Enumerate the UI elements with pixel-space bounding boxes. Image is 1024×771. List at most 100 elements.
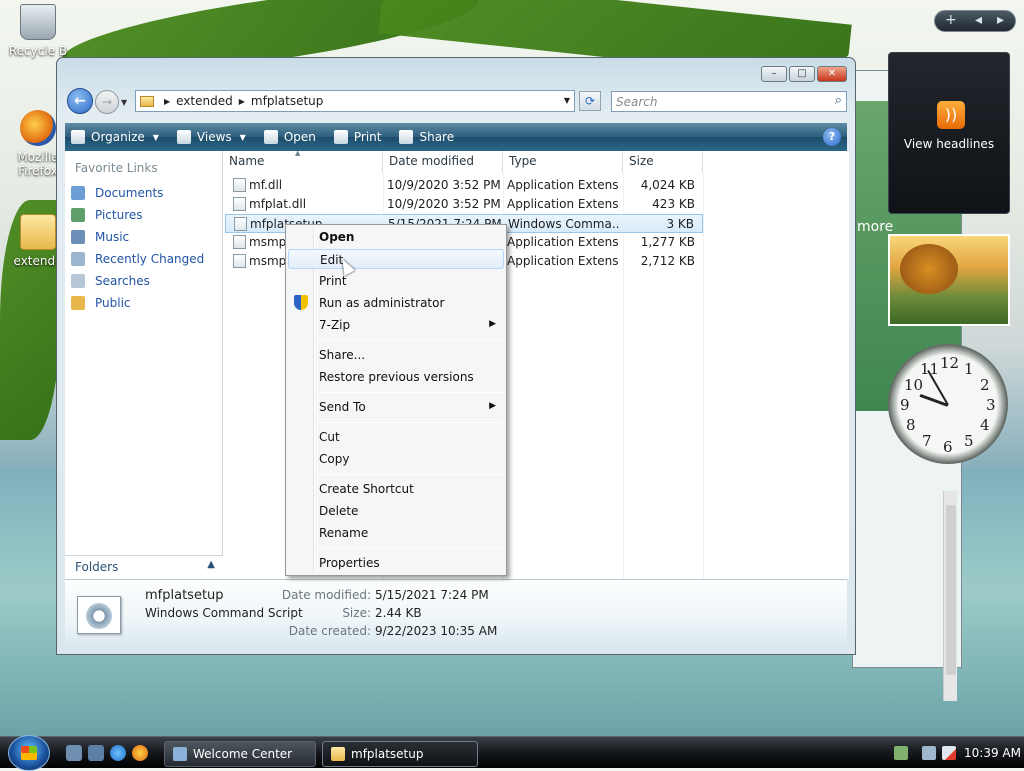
clock-number: 5 (964, 432, 974, 450)
folders-toggle[interactable]: Folders ▲ (65, 555, 223, 579)
add-gadget-button[interactable]: + (945, 12, 957, 28)
menu-item-cut[interactable]: Cut (288, 427, 504, 447)
menu-item-7zip[interactable]: 7-Zip ▶ (288, 315, 504, 335)
task-label: Welcome Center (193, 747, 293, 761)
start-button[interactable] (8, 735, 50, 771)
menu-item-share[interactable]: Share... (288, 345, 504, 365)
taskbar-clock[interactable]: 10:39 AM (964, 746, 1021, 760)
column-header-name[interactable]: ▲ Name (223, 149, 383, 173)
favorite-link-music[interactable]: Music (71, 230, 129, 244)
desktop-icon-recycle-bin[interactable]: Recycle B (8, 4, 68, 58)
favorite-link-public[interactable]: Public (71, 296, 131, 310)
link-label: Recently Changed (95, 252, 205, 266)
menu-item-open[interactable]: Open (288, 227, 504, 247)
public-folder-icon (71, 296, 85, 310)
feed-headlines-gadget[interactable]: )) View headlines (888, 52, 1010, 214)
menu-item-label: Run as administrator (319, 296, 445, 310)
minimize-button[interactable]: – (761, 66, 787, 82)
column-label: Name (229, 154, 265, 168)
menu-item-run-as-administrator[interactable]: Run as administrator (288, 293, 504, 313)
slideshow-gadget[interactable] (888, 234, 1010, 326)
favorite-link-recently-changed[interactable]: Recently Changed (71, 252, 204, 266)
network-tray-icon[interactable] (894, 746, 908, 760)
firefox-icon[interactable] (132, 745, 148, 761)
menu-item-restore-previous-versions[interactable]: Restore previous versions (288, 367, 504, 387)
clock-number: 1 (964, 360, 974, 378)
breadcrumb-extended[interactable]: extended (176, 94, 233, 108)
search-input[interactable]: Search ⌕ (611, 91, 847, 112)
menu-item-edit[interactable]: Edit (288, 249, 504, 269)
scrollbar-thumb[interactable] (946, 505, 956, 675)
display-tray-icon[interactable] (922, 746, 936, 760)
details-file-name: mfplatsetup (145, 588, 224, 603)
views-button[interactable]: Views ▼ (176, 130, 246, 144)
menu-item-create-shortcut[interactable]: Create Shortcut (288, 479, 504, 499)
task-mfplatsetup[interactable]: mfplatsetup (322, 741, 478, 767)
address-bar[interactable]: ▶ extended ▶ mfplatsetup ▼ (135, 90, 575, 112)
script-file-icon (234, 217, 247, 231)
volume-muted-icon[interactable] (942, 746, 956, 760)
share-icon (399, 130, 414, 144)
recent-pages-dropdown[interactable]: ▼ (121, 98, 127, 107)
refresh-button[interactable]: ⟳ (579, 91, 601, 111)
background-scrollbar[interactable] (943, 491, 957, 701)
chevron-down-icon: ▼ (152, 132, 159, 142)
navigation-pane: Favorite Links Documents Pictures Music … (65, 151, 223, 579)
close-button[interactable]: ✕ (817, 66, 847, 82)
favorite-link-searches[interactable]: Searches (71, 274, 150, 288)
address-dropdown-icon[interactable]: ▼ (564, 96, 570, 105)
clock-number: 8 (906, 416, 916, 434)
folder-icon (140, 95, 154, 107)
search-icon[interactable]: ⌕ (835, 93, 842, 108)
column-header-type[interactable]: Type (503, 151, 623, 173)
refresh-icon: ⟳ (584, 94, 596, 108)
organize-button[interactable]: Organize ▼ (71, 130, 159, 144)
menu-separator (317, 548, 503, 549)
menu-item-copy[interactable]: Copy (288, 449, 504, 469)
menu-item-properties[interactable]: Properties (288, 553, 504, 573)
menu-separator (317, 340, 503, 341)
share-button[interactable]: Share (399, 130, 454, 144)
help-button[interactable]: ? (823, 128, 841, 146)
print-label: Print (353, 130, 382, 144)
window-controls: – □ ✕ (761, 66, 847, 82)
previous-gadget-button[interactable]: ◂ (975, 12, 982, 28)
size-value: 2.44 KB (375, 606, 422, 620)
task-welcome-center[interactable]: Welcome Center (164, 741, 316, 767)
dll-file-icon (233, 178, 246, 192)
menu-item-rename[interactable]: Rename (288, 523, 504, 543)
date-modified-value: 5/15/2021 7:24 PM (375, 588, 489, 602)
gear-icon (86, 603, 112, 629)
maximize-button[interactable]: □ (789, 66, 815, 82)
dll-file-icon (233, 254, 246, 268)
column-header-size[interactable]: Size (623, 151, 703, 173)
favorite-link-pictures[interactable]: Pictures (71, 208, 143, 222)
show-desktop-icon[interactable] (66, 745, 82, 761)
breadcrumb-separator-icon[interactable]: ▶ (164, 97, 170, 106)
menu-item-print[interactable]: Print (288, 271, 504, 291)
sort-indicator-icon: ▲ (295, 149, 301, 157)
open-button[interactable]: Open (263, 130, 316, 144)
folder-icon (20, 214, 56, 250)
back-button[interactable]: ← (67, 88, 93, 114)
clock-number: 6 (943, 438, 953, 456)
view-headlines-label[interactable]: View headlines (889, 137, 1009, 151)
clock-number: 2 (980, 376, 990, 394)
column-divider (703, 173, 704, 579)
menu-separator (317, 392, 503, 393)
clock-number: 12 (940, 354, 960, 372)
breadcrumb-separator-icon[interactable]: ▶ (239, 97, 245, 106)
favorite-link-documents[interactable]: Documents (71, 186, 163, 200)
breadcrumb-mfplatsetup[interactable]: mfplatsetup (251, 94, 324, 108)
switch-windows-icon[interactable] (88, 745, 104, 761)
file-size: 423 KB (652, 197, 695, 211)
menu-item-send-to[interactable]: Send To ▶ (288, 397, 504, 417)
print-button[interactable]: Print (333, 130, 382, 144)
internet-explorer-icon[interactable] (110, 745, 126, 761)
column-header-date-modified[interactable]: Date modified (383, 151, 503, 173)
forward-button[interactable]: → (95, 90, 119, 114)
menu-item-delete[interactable]: Delete (288, 501, 504, 521)
next-gadget-button[interactable]: ▸ (997, 12, 1004, 28)
file-row[interactable]: mfplat.dll 10/9/2020 3:52 PM Application… (225, 195, 703, 214)
file-row[interactable]: mf.dll 10/9/2020 3:52 PM Application Ext… (225, 176, 703, 195)
